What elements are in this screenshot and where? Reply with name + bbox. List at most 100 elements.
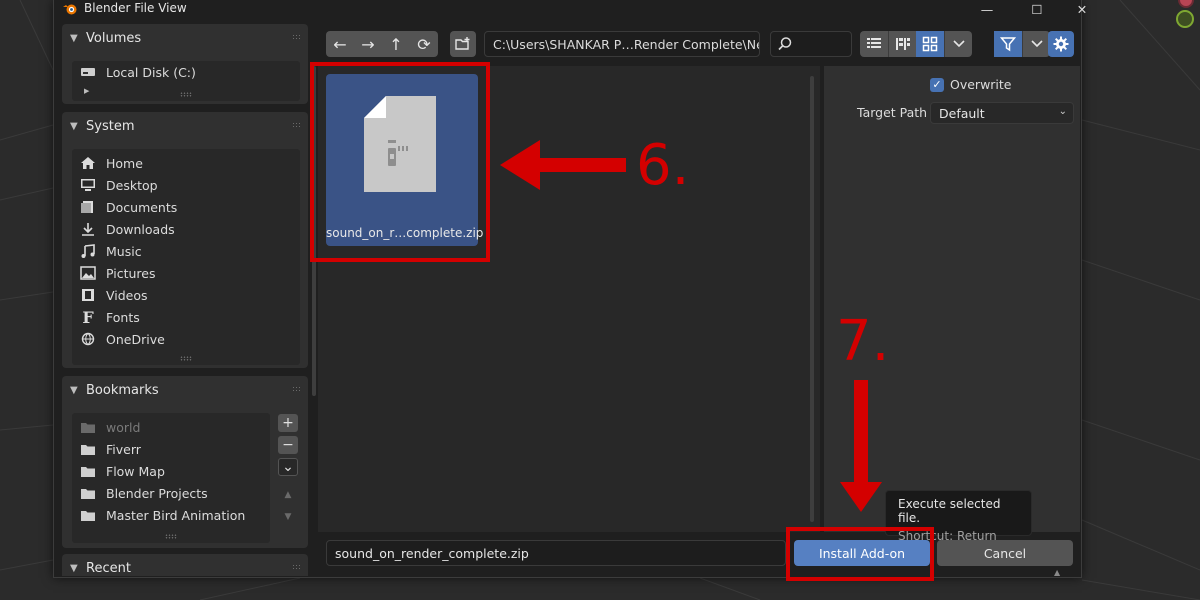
drag-grip-icon[interactable]	[292, 564, 302, 570]
directory-path-field[interactable]: C:\Users\SHANKAR P…Render Complete\New\	[484, 31, 760, 57]
volumes-header[interactable]: ▼ Volumes	[62, 24, 308, 52]
new-folder-group	[450, 31, 476, 57]
thumbnails-button[interactable]	[916, 31, 944, 57]
bookmarks-panel: ▼ Bookmarks world Fiverr Flow Map Blende…	[62, 376, 308, 548]
bookmark-label: Blender Projects	[106, 485, 208, 501]
drag-grip-icon[interactable]	[292, 122, 302, 128]
drive-icon	[78, 64, 98, 80]
parent-directory-button[interactable]: ↑	[382, 31, 410, 57]
bookmark-item-flow-map[interactable]: Flow Map	[72, 460, 270, 482]
remove-bookmark-button[interactable]: −	[278, 436, 298, 454]
sidebar-item-label: Home	[106, 155, 143, 171]
folder-icon	[78, 507, 98, 523]
sidebar-item-videos[interactable]: Videos	[72, 284, 300, 306]
system-list: Home Desktop Documents Downloads Music P…	[72, 149, 300, 365]
sidebar-item-label: Fonts	[106, 309, 140, 325]
forward-button[interactable]: →	[354, 31, 382, 57]
recent-header[interactable]: ▼ Recent	[62, 554, 308, 576]
bookmarks-title: Bookmarks	[86, 382, 159, 398]
chevron-down-icon	[952, 40, 965, 48]
display-mode-group	[860, 31, 972, 57]
display-settings-dropdown[interactable]	[944, 31, 972, 57]
chevron-down-icon: ▼	[70, 562, 78, 574]
sidebar-item-fonts[interactable]: F Fonts	[72, 306, 300, 328]
move-down-button[interactable]: ▼	[278, 508, 298, 526]
bookmark-item-master-bird-animation[interactable]: Master Bird Animation	[72, 504, 270, 526]
system-header[interactable]: ▼ System	[62, 112, 308, 140]
browser-scrollbar[interactable]	[810, 76, 814, 522]
annotation-box-install	[786, 527, 934, 581]
sidebar-item-music[interactable]: Music	[72, 240, 300, 262]
settings-group	[1048, 31, 1074, 57]
sidebar-item-onedrive[interactable]: OneDrive	[72, 328, 300, 350]
new-folder-button[interactable]	[450, 31, 476, 57]
blender-logo-icon	[62, 2, 78, 16]
filter-toggle-button[interactable]	[994, 31, 1022, 57]
volumes-title: Volumes	[86, 30, 142, 46]
expand-triangle-icon[interactable]: ▶	[84, 87, 89, 95]
filename-input[interactable]: sound_on_render_complete.zip	[326, 540, 786, 566]
list-view-icon	[867, 38, 881, 48]
resize-grip-icon[interactable]	[165, 534, 177, 539]
target-path-label: Target Path	[857, 105, 928, 120]
bookmarks-list: world Fiverr Flow Map Blender Projects M…	[72, 413, 270, 543]
overwrite-label: Overwrite	[950, 77, 1012, 92]
sidebar-item-label: Videos	[106, 287, 148, 303]
sidebar-item-pictures[interactable]: Pictures	[72, 262, 300, 284]
pictures-icon	[78, 265, 98, 281]
sidebar-item-label: OneDrive	[106, 331, 165, 347]
drag-grip-icon[interactable]	[292, 34, 302, 40]
bookmark-item-blender-projects[interactable]: Blender Projects	[72, 482, 270, 504]
chevron-down-icon: ▼	[70, 384, 78, 396]
bookmark-menu-button[interactable]: ⌄	[278, 458, 298, 476]
overwrite-option[interactable]: ✓ Overwrite	[930, 77, 1012, 92]
sidebar-item-label: Desktop	[106, 177, 158, 193]
videos-icon	[78, 287, 98, 303]
move-up-button[interactable]: ▲	[278, 486, 298, 504]
back-button[interactable]: ←	[326, 31, 354, 57]
gizmo-y-axis[interactable]	[1176, 10, 1194, 28]
sidebar-item-local-disk[interactable]: Local Disk (C:)	[72, 61, 300, 83]
sidebar-item-documents[interactable]: Documents	[72, 196, 300, 218]
downloads-icon	[78, 221, 98, 237]
drag-grip-icon[interactable]	[292, 386, 302, 392]
sidebar-settings-button[interactable]	[1048, 31, 1074, 57]
search-input[interactable]	[770, 31, 852, 57]
fonts-icon: F	[82, 307, 94, 327]
close-button[interactable]: ✕	[1059, 0, 1105, 18]
desktop-icon	[78, 177, 98, 193]
filter-settings-dropdown[interactable]	[1022, 31, 1050, 57]
folder-icon	[78, 441, 98, 457]
minimize-button[interactable]: —	[964, 0, 1010, 18]
folder-icon	[78, 419, 98, 435]
resize-grip-icon[interactable]	[180, 92, 192, 97]
sidebar-item-label: Pictures	[106, 265, 156, 281]
cancel-button[interactable]: Cancel	[937, 540, 1073, 566]
sidebar-item-label: Local Disk (C:)	[106, 64, 196, 80]
refresh-button[interactable]: ⟳	[410, 31, 438, 57]
maximize-button[interactable]: ☐	[1014, 0, 1060, 18]
bookmark-label: Master Bird Animation	[106, 507, 246, 523]
resize-grip-icon[interactable]	[180, 356, 192, 361]
sidebar-item-downloads[interactable]: Downloads	[72, 218, 300, 240]
bookmark-item-world[interactable]: world	[72, 416, 270, 438]
bookmark-item-fiverr[interactable]: Fiverr	[72, 438, 270, 460]
target-path-select[interactable]: Default ⌄	[930, 102, 1074, 124]
sidebar-item-label: Music	[106, 243, 142, 259]
music-icon	[78, 243, 98, 259]
thumbnails-view-icon	[922, 36, 938, 52]
vertical-list-button[interactable]	[860, 31, 888, 57]
sidebar-item-home[interactable]: Home	[72, 152, 300, 174]
bookmark-label: Fiverr	[106, 441, 141, 457]
operator-options-panel: ✓ Overwrite Target Path Default ⌄	[824, 66, 1080, 532]
overwrite-checkbox[interactable]: ✓	[930, 77, 944, 92]
sidebar-item-desktop[interactable]: Desktop	[72, 174, 300, 196]
annotation-step-6: 6.	[636, 133, 690, 198]
add-bookmark-button[interactable]: +	[278, 414, 298, 432]
resize-corner-icon[interactable]: ▲	[1054, 568, 1060, 577]
bookmark-label: Flow Map	[106, 463, 165, 479]
bookmarks-header[interactable]: ▼ Bookmarks	[62, 376, 308, 404]
horizontal-list-button[interactable]	[888, 31, 916, 57]
bookmark-label: world	[106, 419, 141, 435]
filter-group	[994, 31, 1050, 57]
